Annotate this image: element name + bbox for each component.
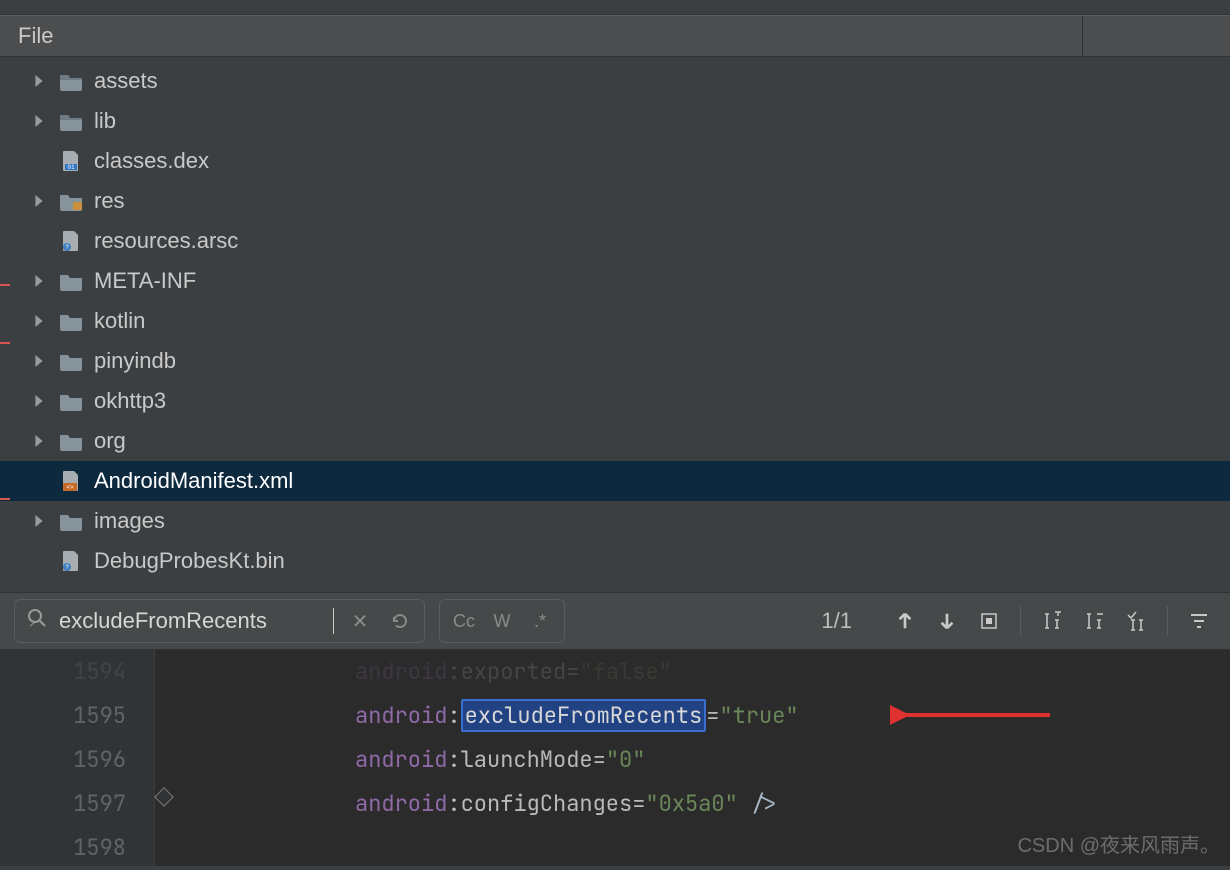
tree-item-label: okhttp3 <box>94 388 166 414</box>
tree-item-label: lib <box>94 108 116 134</box>
edge-marker <box>0 284 10 286</box>
folder-icon <box>58 310 84 332</box>
tree-item-debugprobes[interactable]: ? DebugProbesKt.bin <box>0 541 1230 581</box>
code-line: android:launchMode="0" <box>355 738 799 782</box>
file-binary-icon: 01 <box>58 150 84 172</box>
chevron-right-icon[interactable] <box>30 395 48 407</box>
code-line: android:exported="false" <box>355 650 799 694</box>
tree-item-label: DebugProbesKt.bin <box>94 548 285 574</box>
folder-icon <box>58 270 84 292</box>
tree-item-org[interactable]: org <box>0 421 1230 461</box>
match-case-button[interactable]: Cc <box>446 603 482 639</box>
tree-item-label: pinyindb <box>94 348 176 374</box>
tree-item-label: classes.dex <box>94 148 209 174</box>
tree-item-label: images <box>94 508 165 534</box>
tree-item-res[interactable]: res <box>0 181 1230 221</box>
line-number: 1594 <box>0 650 126 694</box>
separator <box>1020 606 1021 636</box>
find-options-group: Cc W .* <box>439 599 565 643</box>
edge-marker <box>0 342 10 344</box>
folder-icon <box>58 510 84 532</box>
add-selection-icon[interactable] <box>1035 604 1069 638</box>
tree-header-title: File <box>18 23 53 49</box>
find-bar: ✕ Cc W .* 1/1 <box>0 592 1230 650</box>
tree-item-label: resources.arsc <box>94 228 238 254</box>
find-input-group: ✕ <box>14 599 425 643</box>
tree-item-label: org <box>94 428 126 454</box>
tree-item-label: META-INF <box>94 268 196 294</box>
svg-text:<>: <> <box>66 485 74 491</box>
tree-item-classes-dex[interactable]: 01 classes.dex <box>0 141 1230 181</box>
clear-search-icon[interactable]: ✕ <box>346 607 374 635</box>
next-match-icon[interactable] <box>930 604 964 638</box>
filter-icon[interactable] <box>1182 604 1216 638</box>
find-input[interactable] <box>59 608 319 634</box>
tree-item-meta-inf[interactable]: META-INF <box>0 261 1230 301</box>
chevron-right-icon[interactable] <box>30 515 48 527</box>
svg-text:01: 01 <box>67 164 75 171</box>
tree-item-resources-arsc[interactable]: ? resources.arsc <box>0 221 1230 261</box>
tree-item-android-manifest[interactable]: <> AndroidManifest.xml <box>0 461 1230 501</box>
tree-item-label: assets <box>94 68 158 94</box>
file-unknown-icon: ? <box>58 550 84 572</box>
chevron-right-icon[interactable] <box>30 435 48 447</box>
chevron-right-icon[interactable] <box>30 315 48 327</box>
tree-item-okhttp3[interactable]: okhttp3 <box>0 381 1230 421</box>
select-occurrences-icon[interactable] <box>1119 604 1153 638</box>
project-tree[interactable]: assets lib 01 classes.dex res ? resource… <box>0 57 1230 592</box>
folder-icon <box>58 430 84 452</box>
tree-item-images[interactable]: images <box>0 501 1230 541</box>
match-word-button[interactable]: W <box>484 603 520 639</box>
edge-marker <box>0 498 10 500</box>
chevron-right-icon[interactable] <box>30 355 48 367</box>
tree-item-label: AndroidManifest.xml <box>94 468 293 494</box>
line-number: 1595 <box>0 694 126 738</box>
tree-item-lib[interactable]: lib <box>0 101 1230 141</box>
chevron-right-icon[interactable] <box>30 115 48 127</box>
find-result-count: 1/1 <box>821 608 852 634</box>
select-all-icon[interactable] <box>972 604 1006 638</box>
folder-icon <box>58 110 84 132</box>
code-line <box>355 826 799 870</box>
tree-item-label: kotlin <box>94 308 145 334</box>
search-icon <box>27 608 47 634</box>
text-caret <box>333 608 334 634</box>
folder-icon <box>58 350 84 372</box>
folder-icon <box>58 390 84 412</box>
folder-res-icon <box>58 190 84 212</box>
tree-item-label: res <box>94 188 125 214</box>
chevron-right-icon[interactable] <box>30 75 48 87</box>
folder-icon <box>58 70 84 92</box>
search-highlight: excludeFromRecents <box>461 699 707 732</box>
code-line: android:configChanges="0x5a0" /> <box>355 782 799 826</box>
line-number: 1598 <box>0 826 126 870</box>
tree-item-assets[interactable]: assets <box>0 61 1230 101</box>
chevron-right-icon[interactable] <box>30 195 48 207</box>
file-unknown-icon: ? <box>58 230 84 252</box>
tree-item-pinyindb[interactable]: pinyindb <box>0 341 1230 381</box>
chevron-right-icon[interactable] <box>30 275 48 287</box>
code-line: android:excludeFromRecents="true" <box>355 694 799 738</box>
line-gutter: 1594 1595 1596 1597 1598 <box>0 650 155 866</box>
top-strip <box>0 0 1230 15</box>
line-number: 1596 <box>0 738 126 782</box>
line-number: 1597 <box>0 782 126 826</box>
regex-button[interactable]: .* <box>522 603 558 639</box>
code-area[interactable]: android:exported="false" android:exclude… <box>155 650 799 866</box>
tree-header-spacer <box>1082 16 1212 56</box>
search-history-icon[interactable] <box>386 607 414 635</box>
watermark-text: CSDN @夜来风雨声。 <box>1017 829 1220 858</box>
tree-item-kotlin[interactable]: kotlin <box>0 301 1230 341</box>
remove-selection-icon[interactable] <box>1077 604 1111 638</box>
prev-match-icon[interactable] <box>888 604 922 638</box>
tree-header: File <box>0 15 1230 57</box>
separator <box>1167 606 1168 636</box>
file-xml-icon: <> <box>58 470 84 492</box>
